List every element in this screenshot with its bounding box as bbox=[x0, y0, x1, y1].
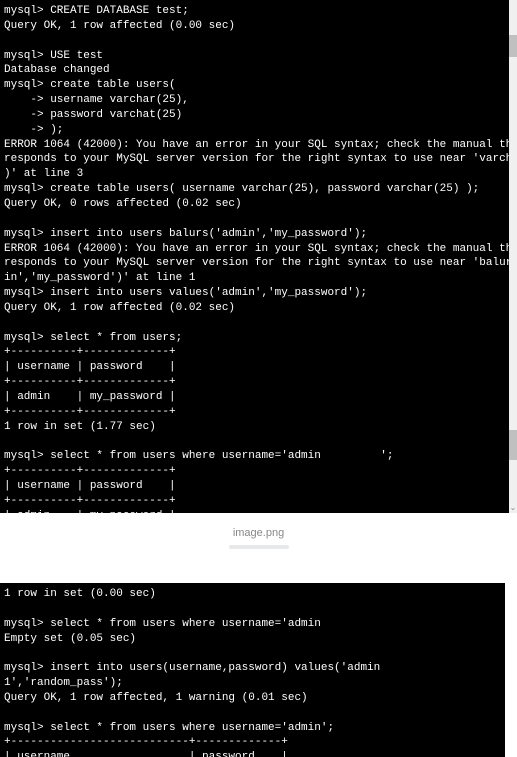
terminal-output-2[interactable]: 1 row in set (0.00 sec) mysql> select * … bbox=[0, 583, 505, 757]
separator-bar bbox=[229, 545, 289, 549]
scrollbar-thumb[interactable] bbox=[509, 35, 517, 57]
scrollbar-thumb[interactable] bbox=[509, 430, 517, 460]
page-wrapper: mysql> CREATE DATABASE test; Query OK, 1… bbox=[0, 0, 517, 757]
scrollbar-1[interactable]: ⌄ bbox=[509, 0, 517, 513]
terminal-output-1[interactable]: mysql> CREATE DATABASE test; Query OK, 1… bbox=[0, 0, 509, 513]
image-caption: image.png bbox=[0, 513, 517, 545]
scroll-down-icon[interactable]: ⌄ bbox=[509, 503, 517, 513]
